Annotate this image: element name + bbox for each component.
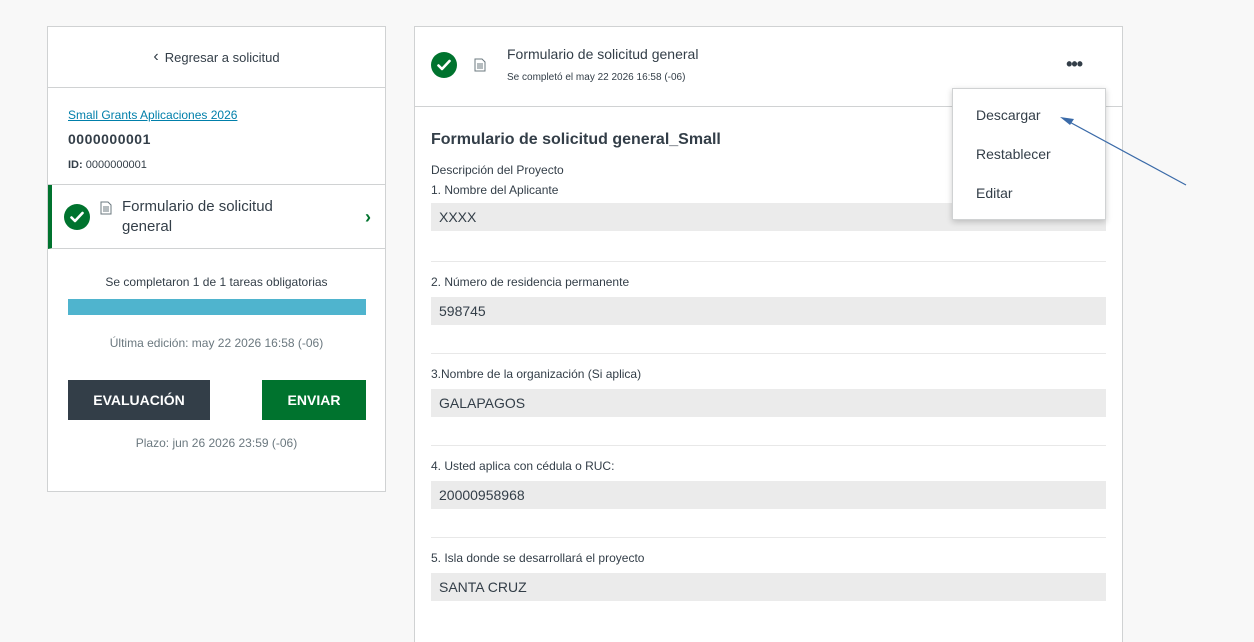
application-id-value: 0000000001	[85, 159, 147, 171]
progress-section: Se completaron 1 de 1 tareas obligatoria…	[48, 275, 385, 350]
annotation-arrow-icon	[1060, 117, 1187, 186]
field-answer: GALAPAGOS	[431, 389, 1106, 417]
action-buttons: EVALUACIÓN ENVIAR	[48, 380, 385, 420]
field-answer: 20000958968	[431, 481, 1106, 509]
check-icon	[64, 203, 90, 230]
progress-text: Se completaron 1 de 1 tareas obligatoria…	[105, 275, 328, 289]
application-info: Small Grants Aplicaciones 2026 000000000…	[48, 88, 385, 185]
menu-item-download[interactable]: Descargar	[976, 107, 1041, 123]
field-answer: 598745	[431, 297, 1106, 325]
completed-text: Se completó el may 22 2026 16:58 (-06)	[507, 72, 686, 83]
form-field: 4. Usted aplica con cédula o RUC: 200009…	[431, 446, 1106, 538]
progress-bar	[67, 299, 366, 315]
more-icon[interactable]: •••	[1066, 55, 1083, 73]
menu-item-edit[interactable]: Editar	[976, 185, 1013, 201]
application-number: 0000000001	[68, 131, 151, 147]
document-icon	[474, 58, 486, 72]
field-question: 4. Usted aplica con cédula o RUC:	[431, 459, 615, 473]
form-title: Formulario de solicitud general	[507, 46, 699, 62]
form-field: 5. Isla donde se desarrollará el proyect…	[431, 538, 1106, 629]
back-to-application-link[interactable]: ‹ Regresar a solicitud	[48, 27, 385, 88]
evaluation-button[interactable]: EVALUACIÓN	[68, 380, 210, 420]
document-icon	[100, 201, 112, 215]
form-field: 3.Nombre de la organización (Si aplica) …	[431, 354, 1106, 446]
sidebar-panel: ‹ Regresar a solicitud Small Grants Apli…	[47, 26, 386, 492]
last-edit-text: Última edición: may 22 2026 16:58 (-06)	[109, 336, 324, 350]
back-link-label: Regresar a solicitud	[164, 49, 280, 65]
field-question: 2. Número de residencia permanente	[431, 275, 630, 289]
check-icon	[431, 52, 457, 78]
send-button[interactable]: ENVIAR	[262, 380, 366, 420]
field-question: 5. Isla donde se desarrollará el proyect…	[431, 551, 645, 565]
task-label: Formulario de solicitud general	[122, 197, 273, 235]
chevron-left-icon: ‹	[153, 48, 159, 65]
field-question: 3.Nombre de la organización (Si aplica)	[431, 367, 642, 381]
form-field: 2. Número de residencia permanente 59874…	[431, 262, 1106, 354]
chevron-right-icon: ›	[365, 207, 371, 227]
program-link[interactable]: Small Grants Aplicaciones 2026	[68, 108, 385, 122]
application-id-label: ID:	[68, 159, 83, 171]
application-id: ID: 0000000001	[68, 159, 385, 171]
menu-item-reset[interactable]: Restablecer	[976, 146, 1051, 162]
progress-fill	[67, 299, 366, 315]
deadline-text: Plazo: jun 26 2026 23:59 (-06)	[135, 436, 298, 450]
task-item-general-form[interactable]: Formulario de solicitud general ›	[48, 185, 385, 249]
field-answer: SANTA CRUZ	[431, 573, 1106, 601]
